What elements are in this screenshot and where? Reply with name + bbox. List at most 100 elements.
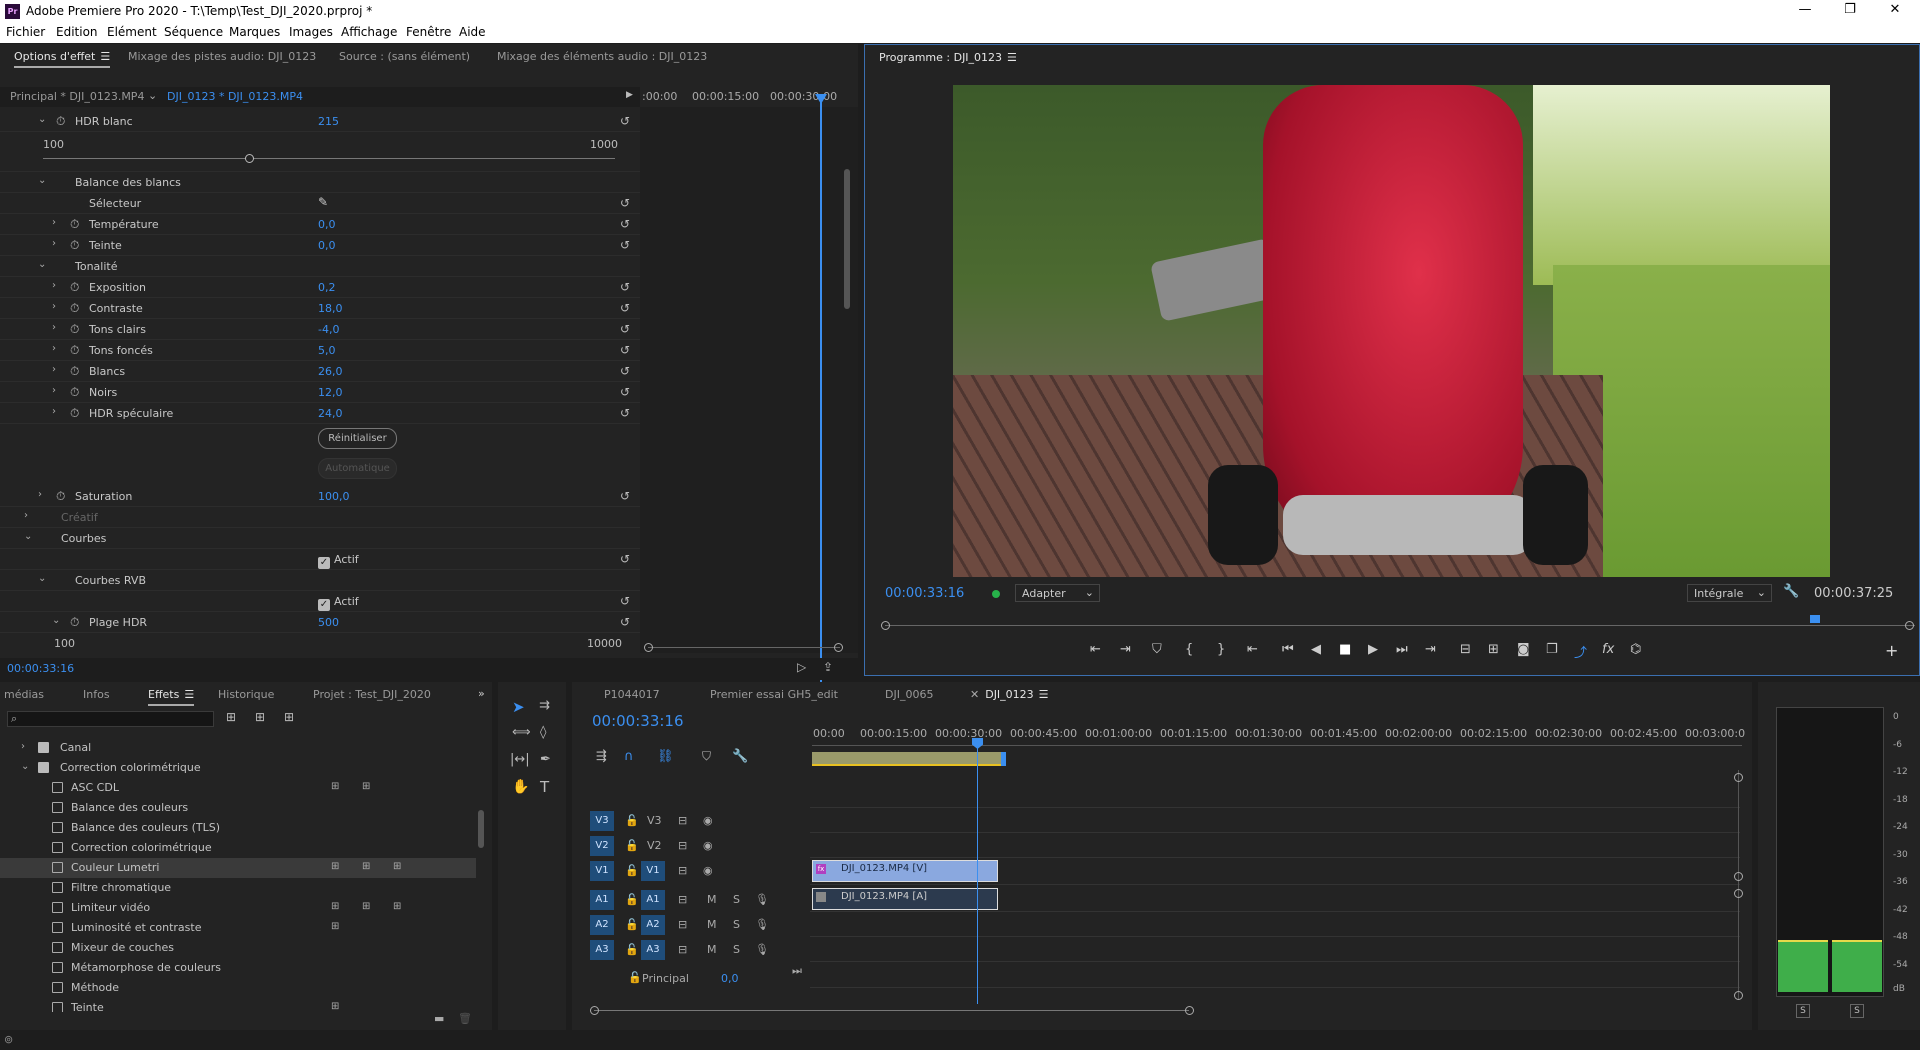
reset-icon[interactable]: ↺: [620, 364, 630, 378]
scrollbar[interactable]: [844, 169, 850, 309]
program-timecode[interactable]: 00:00:33:16: [885, 586, 964, 601]
solo-left-button[interactable]: S: [1796, 1004, 1810, 1018]
menu-fenetre[interactable]: Fenêtre: [406, 25, 451, 39]
reset-icon[interactable]: ↺: [620, 594, 630, 608]
menu-fichier[interactable]: Fichier: [6, 25, 45, 39]
lock-icon[interactable]: 🔓: [625, 839, 639, 852]
lift-icon[interactable]: ⊟: [1460, 642, 1471, 657]
nest-icon[interactable]: ⇶: [596, 749, 607, 764]
chevron-right-icon[interactable]: ›: [24, 510, 28, 521]
horizontal-scrollbar[interactable]: [594, 1010, 1189, 1011]
yuv-icon[interactable]: ⊞: [284, 710, 294, 724]
chevron-down-icon[interactable]: ⌄: [38, 259, 46, 270]
trash-icon[interactable]: 🗑: [458, 1012, 472, 1025]
menu-affichage[interactable]: Affichage: [341, 25, 397, 39]
lock-icon[interactable]: 🔓: [625, 814, 639, 827]
sequence-clip-label[interactable]: DJI_0123 * DJI_0123.MP4: [167, 90, 303, 103]
tab-source[interactable]: Source : (sans élément): [339, 50, 470, 63]
razor-icon[interactable]: ◊: [540, 725, 546, 740]
hand-icon[interactable]: ✋: [512, 779, 529, 795]
tab-historique[interactable]: Historique: [218, 688, 274, 701]
export-icon[interactable]: ⇪: [823, 660, 833, 674]
chevron-down-icon[interactable]: ⌄: [24, 531, 32, 542]
work-area-handle[interactable]: [1001, 752, 1006, 766]
eye-icon[interactable]: ◉: [703, 864, 713, 877]
menu-images[interactable]: Images: [289, 25, 333, 39]
scroll-handle-left[interactable]: [644, 643, 653, 652]
sync-lock-icon[interactable]: ⊟: [678, 864, 687, 877]
video-frame[interactable]: [953, 85, 1830, 577]
track-target[interactable]: V2: [590, 836, 614, 856]
stopwatch-icon[interactable]: ⏱: [70, 364, 79, 379]
snap-magnet-icon[interactable]: ∩: [624, 749, 634, 764]
folder-correction-colorimetrique[interactable]: ⌄ Correction colorimétrique: [0, 758, 480, 778]
scroll-handle-top[interactable]: [1734, 889, 1743, 898]
effect-teinte[interactable]: Teinte ⊞: [0, 998, 480, 1012]
reset-icon[interactable]: ↺: [620, 280, 630, 294]
chevron-right-icon[interactable]: ›: [52, 322, 56, 333]
go-to-in-icon[interactable]: ⇤: [1247, 642, 1258, 657]
double-chevron-icon[interactable]: »: [478, 687, 485, 700]
tab-dji-0065[interactable]: DJI_0065: [885, 688, 933, 701]
step-back-icon[interactable]: ◀: [1311, 642, 1321, 657]
effect-limiteur-video[interactable]: Limiteur vidéo ⊞ ⊞ ⊞: [0, 898, 480, 918]
chevron-down-icon[interactable]: ⌄: [21, 761, 29, 772]
stopwatch-icon[interactable]: ⏱: [56, 114, 65, 129]
chevron-right-icon[interactable]: ›: [52, 385, 56, 396]
sync-lock-icon[interactable]: ⊟: [678, 814, 687, 827]
reset-icon[interactable]: ↺: [620, 196, 630, 210]
lock-icon[interactable]: 🔓: [625, 918, 639, 931]
reset-icon[interactable]: ↺: [620, 238, 630, 252]
stopwatch-icon[interactable]: ⏱: [56, 489, 65, 504]
work-area-bar[interactable]: [812, 752, 1002, 764]
stopwatch-icon[interactable]: ⏱: [70, 385, 79, 400]
tab-premier-essai[interactable]: Premier essai GH5_edit: [710, 688, 838, 701]
stop-icon[interactable]: ■: [1339, 642, 1351, 657]
wrench-icon[interactable]: 🔧: [1783, 584, 1799, 599]
stopwatch-icon[interactable]: ⏱: [70, 217, 79, 232]
settings-wrench-icon[interactable]: 🔧: [732, 749, 748, 764]
effect-timeline-ruler[interactable]: :00:00 00:00:15:00 00:00:30:00: [642, 87, 842, 107]
effect-balance-couleurs[interactable]: Balance des couleurs: [0, 798, 480, 818]
effect-methode[interactable]: Méthode: [0, 978, 480, 998]
fx-icon[interactable]: fx: [1602, 642, 1614, 657]
panel-menu-icon[interactable]: ☰: [100, 50, 110, 63]
menu-aide[interactable]: Aide: [459, 25, 486, 39]
tab-infos[interactable]: Infos: [83, 688, 110, 701]
chevron-right-icon[interactable]: ›: [52, 343, 56, 354]
property-value[interactable]: 100,0: [318, 490, 350, 503]
mic-icon[interactable]: 🎙: [755, 893, 769, 906]
mark-in-bracket-icon[interactable]: {: [1185, 642, 1193, 657]
chevron-right-icon[interactable]: ›: [52, 364, 56, 375]
mic-icon[interactable]: 🎙: [755, 943, 769, 956]
tab-p1044017[interactable]: P1044017: [604, 688, 660, 701]
chevron-right-icon[interactable]: ›: [52, 301, 56, 312]
type-tool-icon[interactable]: T: [540, 778, 549, 796]
stopwatch-icon[interactable]: ⏱: [70, 322, 79, 337]
reinitialiser-button[interactable]: Réinitialiser: [318, 428, 397, 449]
lock-icon[interactable]: 🔓: [625, 943, 639, 956]
mark-out-icon[interactable]: ⇥: [1120, 642, 1131, 657]
go-to-out-icon[interactable]: ⇥: [1425, 642, 1436, 657]
scroll-handle-top[interactable]: [1734, 773, 1743, 782]
tab-medias[interactable]: médias: [4, 688, 44, 701]
sync-lock-icon[interactable]: ⊟: [678, 839, 687, 852]
new-folder-icon[interactable]: ▬: [434, 1012, 444, 1025]
video-clip[interactable]: fx DJI_0123.MP4 [V]: [812, 860, 998, 882]
reset-icon[interactable]: ↺: [620, 615, 630, 629]
track-name[interactable]: A3: [641, 940, 665, 960]
reset-icon[interactable]: ↺: [620, 385, 630, 399]
track-target[interactable]: A3: [590, 940, 614, 960]
stopwatch-icon[interactable]: ⏱: [70, 615, 79, 630]
lock-icon[interactable]: 🔓: [625, 893, 639, 906]
linked-selection-icon[interactable]: ⛓: [657, 749, 674, 764]
chevron-right-icon[interactable]: ›: [52, 406, 56, 417]
menu-sequence[interactable]: Séquence: [164, 25, 223, 39]
scroll-handle-right[interactable]: [1905, 621, 1914, 630]
track-target[interactable]: A1: [590, 890, 614, 910]
effect-luminosite-contraste[interactable]: Luminosité et contraste ⊞: [0, 918, 480, 938]
effect-filtre-chromatique[interactable]: Filtre chromatique: [0, 878, 480, 898]
chevron-down-icon[interactable]: ⌄: [52, 615, 60, 626]
chevron-right-icon[interactable]: ›: [52, 217, 56, 228]
lock-icon[interactable]: 🔓: [628, 971, 642, 984]
